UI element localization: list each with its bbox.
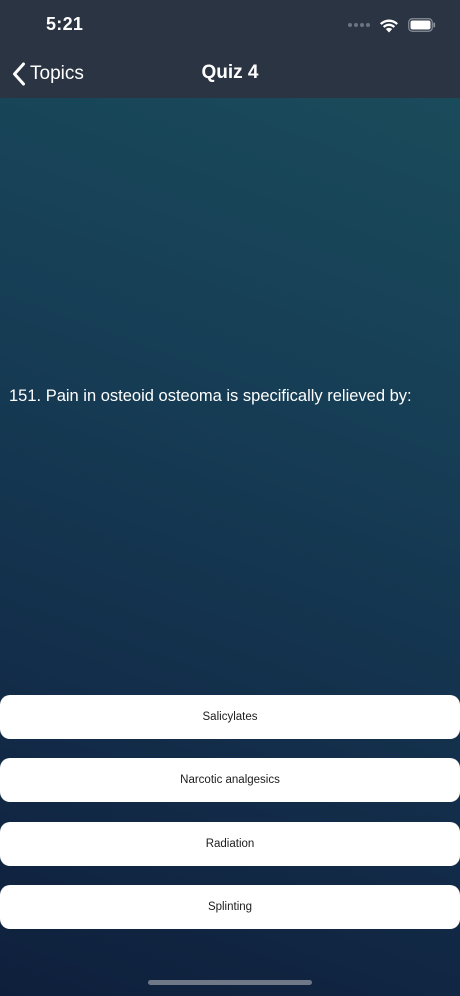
status-time: 5:21 [46, 14, 84, 34]
answer-button-4[interactable]: Splinting [0, 885, 460, 929]
signal-dots-icon [348, 23, 370, 27]
quiz-content: 151. Pain in osteoid osteoma is specific… [0, 98, 460, 996]
top-bar: 5:21 Topics Quiz 4 [0, 0, 460, 98]
status-icons [348, 16, 436, 34]
page-title: Quiz 4 [201, 62, 259, 83]
answer-button-3[interactable]: Radiation [0, 822, 460, 866]
battery-icon [408, 18, 436, 32]
wifi-icon [380, 19, 398, 32]
answer-button-2[interactable]: Narcotic analgesics [0, 758, 460, 802]
question-text: 151. Pain in osteoid osteoma is specific… [9, 387, 412, 405]
answer-button-1[interactable]: Salicylates [0, 695, 460, 739]
quiz-screen: 5:21 Topics Quiz 4 151. Pain in osteoid … [0, 0, 460, 996]
home-indicator[interactable] [148, 980, 312, 985]
